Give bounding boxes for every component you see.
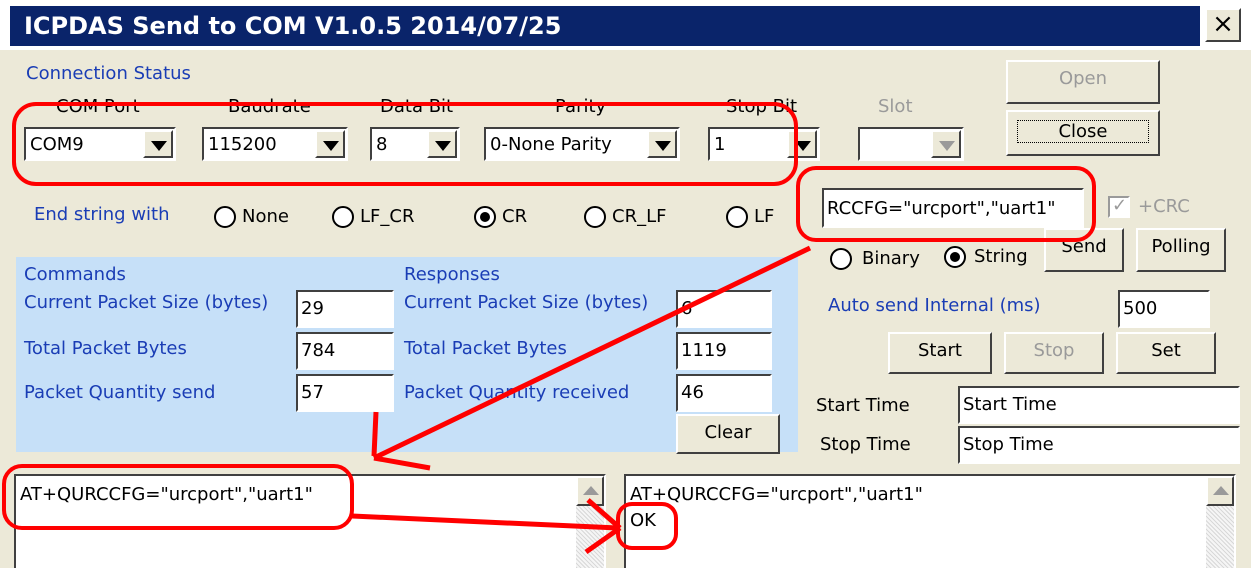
auto-send-interval-input[interactable]: 500 xyxy=(1118,290,1210,328)
baudrate-value: 115200 xyxy=(208,134,277,155)
sent-log-scrollbar[interactable] xyxy=(576,476,604,568)
stop-bit-value: 1 xyxy=(714,134,726,155)
end-lfcr-radio[interactable] xyxy=(332,206,354,228)
sent-log[interactable]: AT+QURCCFG="urcport","uart1" xyxy=(14,474,606,568)
stop-time-field: Stop Time xyxy=(958,426,1240,464)
polling-button[interactable]: Polling xyxy=(1136,228,1226,272)
stop-button[interactable]: Stop xyxy=(1004,332,1104,374)
cmd-current-size-label: Current Packet Size (bytes) xyxy=(24,292,269,313)
end-crlf-radio[interactable] xyxy=(584,206,606,228)
resp-current-size-label: Current Packet Size (bytes) xyxy=(404,292,649,313)
responses-title: Responses xyxy=(404,264,500,285)
parity-label: Parity xyxy=(555,96,607,117)
sent-log-line: AT+QURCCFG="urcport","uart1" xyxy=(20,484,313,505)
resp-total-bytes-value: 1119 xyxy=(676,332,772,370)
chevron-down-icon[interactable] xyxy=(143,130,173,158)
chevron-down-icon[interactable] xyxy=(931,130,961,158)
chevron-down-icon[interactable] xyxy=(647,130,677,158)
chevron-down-icon[interactable] xyxy=(315,130,345,158)
received-log-line: AT+QURCCFG="urcport","uart1" xyxy=(630,484,923,505)
end-lf-label: LF xyxy=(754,206,775,227)
baudrate-select[interactable]: 115200 xyxy=(202,127,348,161)
commands-title: Commands xyxy=(24,264,126,285)
cmd-total-bytes-label: Total Packet Bytes xyxy=(24,338,187,359)
received-log[interactable]: AT+QURCCFG="urcport","uart1" OK xyxy=(624,474,1236,568)
window-title: ICPDAS Send to COM V1.0.5 2014/07/25 xyxy=(24,12,562,40)
binary-radio[interactable] xyxy=(830,248,852,270)
app-window: ICPDAS Send to COM V1.0.5 2014/07/25 × C… xyxy=(0,0,1251,568)
com-port-select[interactable]: COM9 xyxy=(24,127,176,161)
start-time-label: Start Time xyxy=(816,395,910,416)
check-icon: ✓ xyxy=(1112,195,1128,216)
end-lf-radio[interactable] xyxy=(726,206,748,228)
resp-quantity-value: 46 xyxy=(676,374,772,412)
title-bar-fill: ICPDAS Send to COM V1.0.5 2014/07/25 xyxy=(10,6,1200,46)
crc-label: +CRC xyxy=(1138,196,1190,217)
com-port-value: COM9 xyxy=(30,134,84,155)
end-none-radio[interactable] xyxy=(214,206,236,228)
command-input[interactable]: RCCFG="urcport","uart1" xyxy=(822,188,1084,228)
clear-button[interactable]: Clear xyxy=(676,414,780,454)
send-button[interactable]: Send xyxy=(1044,228,1124,272)
slot-label: Slot xyxy=(878,96,913,117)
resp-quantity-label: Packet Quantity received xyxy=(404,382,630,403)
string-radio[interactable] xyxy=(944,246,966,268)
cmd-quantity-label: Packet Quantity send xyxy=(24,382,216,403)
com-port-label: COM Port xyxy=(56,96,140,117)
chevron-down-icon[interactable] xyxy=(787,130,817,158)
end-crlf-label: CR_LF xyxy=(612,206,667,227)
parity-select[interactable]: 0-None Parity xyxy=(484,127,680,161)
cmd-quantity-value: 57 xyxy=(296,374,394,412)
stop-bit-label: Stop Bit xyxy=(726,96,798,117)
stop-time-label: Stop Time xyxy=(820,434,911,455)
end-cr-label: CR xyxy=(502,206,528,227)
received-log-line: OK xyxy=(630,510,656,531)
chevron-down-icon[interactable] xyxy=(427,130,457,158)
open-button[interactable]: Open xyxy=(1006,60,1160,104)
close-window-button[interactable]: × xyxy=(1205,8,1241,42)
end-string-label: End string with xyxy=(34,204,170,225)
connection-status-label: Connection Status xyxy=(26,63,191,84)
auto-send-label: Auto send Internal (ms) xyxy=(828,295,1041,316)
cmd-current-size-value: 29 xyxy=(296,290,394,328)
string-label: String xyxy=(974,246,1028,267)
slot-select[interactable] xyxy=(858,127,964,161)
baudrate-label: Baudrate xyxy=(228,96,311,117)
stop-bit-select[interactable]: 1 xyxy=(708,127,820,161)
scroll-up-icon[interactable] xyxy=(1206,476,1234,506)
start-time-field: Start Time xyxy=(958,386,1240,424)
title-bar: ICPDAS Send to COM V1.0.5 2014/07/25 × xyxy=(0,0,1251,50)
set-button[interactable]: Set xyxy=(1116,332,1216,374)
resp-total-bytes-label: Total Packet Bytes xyxy=(404,338,567,359)
parity-value: 0-None Parity xyxy=(490,134,612,155)
annotation-arrow-line xyxy=(373,455,431,471)
resp-current-size-value: 6 xyxy=(676,290,772,328)
cmd-total-bytes-value: 784 xyxy=(296,332,394,370)
received-log-scrollbar[interactable] xyxy=(1206,476,1234,568)
close-button[interactable]: Close xyxy=(1006,110,1160,156)
end-lfcr-label: LF_CR xyxy=(360,206,415,227)
crc-checkbox[interactable]: ✓ xyxy=(1108,195,1130,218)
data-bit-select[interactable]: 8 xyxy=(370,127,460,161)
binary-label: Binary xyxy=(862,248,920,269)
data-bit-label: Data Bit xyxy=(380,96,454,117)
end-none-label: None xyxy=(242,206,289,227)
scroll-up-icon[interactable] xyxy=(576,476,604,506)
data-bit-value: 8 xyxy=(376,134,388,155)
start-button[interactable]: Start xyxy=(888,332,992,374)
end-cr-radio[interactable] xyxy=(474,206,496,228)
